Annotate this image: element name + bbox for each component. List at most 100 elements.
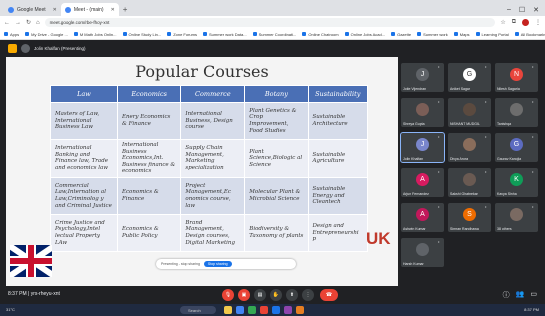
close-tab-icon[interactable]: ✕ bbox=[53, 7, 57, 13]
participant-tile[interactable]: A Arjun Fernandez • bbox=[401, 168, 444, 197]
table-cell: Economics & Public Policy bbox=[116, 213, 182, 252]
close-tab-icon[interactable]: ✕ bbox=[111, 7, 115, 13]
app-icon[interactable] bbox=[260, 306, 268, 314]
participant-avatar bbox=[510, 103, 523, 116]
bookmark-item[interactable]: Zone Forums bbox=[167, 32, 197, 37]
table-cell: Plant Genetics & Crop Improvement, Food … bbox=[244, 102, 309, 140]
bookmark-item[interactable]: Apps bbox=[4, 32, 19, 37]
bookmark-item[interactable]: Gazette bbox=[391, 32, 411, 37]
meet-controls-bar: 8:37 PM | yrs-rheyu-xnt 🎙 ▣ ▤ ✋ ⬆ ⋮ ☎ ⓘ … bbox=[0, 286, 545, 304]
more-options-button[interactable]: ⋮ bbox=[302, 289, 314, 301]
meet-favicon-icon bbox=[64, 6, 71, 13]
meet-header: Jolin Khalfan (Presenting) bbox=[0, 40, 545, 57]
app-icon[interactable] bbox=[248, 306, 256, 314]
participant-tile[interactable]: Harsh Kumar • bbox=[401, 238, 444, 267]
participant-tile[interactable]: J Jolin Khalfan • bbox=[400, 132, 445, 163]
leave-call-button[interactable]: ☎ bbox=[320, 289, 338, 301]
stop-sharing-button[interactable]: Stop sharing bbox=[203, 261, 232, 267]
uk-brand-text: UK bbox=[366, 229, 391, 248]
participant-tile[interactable]: NISHANT MUDGIL • bbox=[448, 98, 491, 127]
bookmark-item[interactable]: Summer work Data... bbox=[202, 31, 247, 37]
reload-icon[interactable]: ↻ bbox=[26, 19, 31, 26]
participant-tile[interactable]: Sakshi Ghatnekar • bbox=[448, 168, 491, 197]
url-field[interactable]: meet.google.com/rbe-fhoy-xnt bbox=[44, 18, 496, 27]
app-icon[interactable] bbox=[296, 306, 304, 314]
maximize-icon[interactable]: ☐ bbox=[519, 6, 525, 14]
home-icon[interactable]: ⌂ bbox=[36, 20, 40, 26]
chrome-icon[interactable] bbox=[236, 306, 244, 314]
slide-title: Popular Courses bbox=[135, 62, 269, 81]
browser-tab[interactable]: Google Meet ✕ bbox=[4, 3, 61, 16]
participant-tile[interactable]: Shreya Gupta • bbox=[401, 98, 444, 127]
profile-avatar[interactable] bbox=[522, 19, 529, 26]
mic-muted-icon: • bbox=[532, 204, 534, 209]
bookmark-label: Online Jobs Acad... bbox=[350, 31, 386, 37]
bookmark-item[interactable]: Maps bbox=[453, 32, 470, 37]
meet-logo-icon bbox=[8, 44, 17, 53]
forward-icon[interactable]: → bbox=[15, 20, 21, 26]
bookmark-item[interactable]: Online Study Lin... bbox=[122, 32, 161, 37]
table-cell: Brand Management, Design courses, Digita… bbox=[180, 213, 246, 252]
participant-tile[interactable]: G Aniket Sagar • bbox=[448, 63, 491, 92]
participant-tile[interactable]: N Nilesh Sagaria • bbox=[495, 63, 538, 92]
participant-tile[interactable]: Divya Arora • bbox=[448, 133, 491, 162]
raise-hand-button[interactable]: ✋ bbox=[270, 289, 282, 301]
close-window-icon[interactable]: ✕ bbox=[533, 6, 539, 14]
bookmark-favicon-icon bbox=[202, 32, 207, 36]
table-cell: Masters of Law, International Business L… bbox=[50, 102, 118, 140]
participant-avatar: S bbox=[463, 208, 476, 221]
participant-tile[interactable]: A Ashwin Kumar • bbox=[401, 203, 444, 232]
bookmark-item[interactable]: All Bookmarks bbox=[514, 31, 545, 37]
bookmark-label: Summer work Data... bbox=[208, 31, 247, 37]
people-icon[interactable]: 👥 bbox=[516, 290, 525, 300]
edge-icon[interactable] bbox=[272, 306, 280, 314]
file-explorer-icon[interactable] bbox=[224, 306, 232, 314]
bookmark-label: All Bookmarks bbox=[520, 31, 545, 37]
participant-tile[interactable]: Tanishqa • bbox=[495, 98, 538, 127]
bookmark-favicon-icon bbox=[391, 32, 396, 36]
participant-name: Aniket Sagar bbox=[450, 87, 471, 91]
meeting-time-code: 8:37 PM | yrs-rheyu-xnt bbox=[8, 291, 60, 297]
participant-avatar: K bbox=[510, 173, 523, 186]
bookmark-item[interactable]: M Math Jobs Onlin... bbox=[73, 32, 117, 37]
chat-icon[interactable]: ▭ bbox=[530, 290, 537, 300]
app-icon[interactable] bbox=[284, 306, 292, 314]
participant-tile[interactable]: J Jotie Vijendran • bbox=[401, 63, 444, 92]
back-icon[interactable]: ← bbox=[4, 20, 10, 26]
shared-screen-slide: Popular Courses Law Economics Commerce Bota… bbox=[6, 57, 398, 286]
bookmark-favicon-icon bbox=[73, 32, 78, 36]
bookmark-item[interactable]: Summer work bbox=[417, 32, 448, 37]
bookmarks-bar: Apps My Drive - Google ... M Math Jobs Onl… bbox=[0, 29, 545, 40]
bookmark-item[interactable]: Learning Portal bbox=[475, 32, 509, 37]
participant-tile[interactable]: G Gaurav Kanojia • bbox=[495, 133, 538, 162]
bookmark-item[interactable]: My Drive - Google ... bbox=[25, 32, 68, 37]
extensions-icon[interactable]: ⧉ bbox=[512, 19, 516, 26]
participant-tile[interactable]: S Simran Randhawa • bbox=[448, 203, 491, 232]
minimize-icon[interactable]: – bbox=[507, 6, 511, 13]
mic-off-button[interactable]: 🎙 bbox=[222, 289, 234, 301]
participant-tile[interactable]: 38 others • bbox=[495, 203, 538, 232]
taskbar-search[interactable]: Search bbox=[180, 306, 216, 314]
captions-button[interactable]: ▤ bbox=[254, 289, 266, 301]
bookmark-item[interactable]: Summer Coordinati... bbox=[252, 32, 296, 37]
new-tab-button[interactable]: + bbox=[119, 3, 132, 16]
tab-label: Google Meet bbox=[17, 6, 46, 13]
bookmark-favicon-icon bbox=[252, 32, 257, 36]
participant-avatar bbox=[510, 208, 523, 221]
bookmark-star-icon[interactable]: ☆ bbox=[500, 19, 505, 26]
present-button[interactable]: ⬆ bbox=[286, 289, 298, 301]
bookmark-label: Summer work bbox=[423, 31, 448, 37]
weather-widget[interactable]: 31°C bbox=[6, 307, 15, 312]
mic-muted-icon: • bbox=[532, 169, 534, 174]
camera-off-button[interactable]: ▣ bbox=[238, 289, 250, 301]
bookmark-item[interactable]: Online Jobs Acad... bbox=[344, 31, 386, 37]
bookmark-item[interactable]: Online Chatroom bbox=[302, 32, 339, 37]
column-header: Law bbox=[50, 85, 118, 103]
info-icon[interactable]: ⓘ bbox=[503, 290, 510, 300]
participant-name: Harsh Kumar bbox=[403, 262, 424, 266]
participant-tile[interactable]: K Kavya Sinha • bbox=[495, 168, 538, 197]
mic-muted-icon: • bbox=[485, 99, 487, 104]
participant-name: Tanishqa bbox=[497, 122, 512, 126]
menu-icon[interactable]: ⋮ bbox=[535, 19, 541, 26]
browser-tab-active[interactable]: Meet - (main) ✕ bbox=[60, 3, 119, 16]
